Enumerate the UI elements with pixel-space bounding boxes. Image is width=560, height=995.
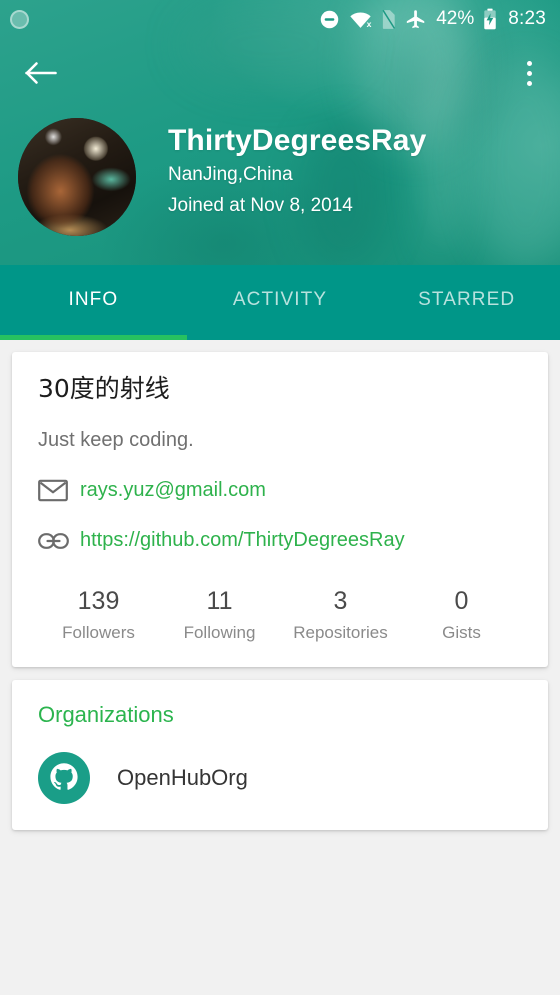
- battery-percent-label: 42%: [436, 8, 475, 29]
- profile-location: NanJing,China: [168, 163, 293, 185]
- stat-following[interactable]: 11 Following: [159, 587, 280, 643]
- website-row[interactable]: https://github.com/ThirtyDegreesRay: [38, 528, 522, 553]
- stat-repositories-label: Repositories: [293, 622, 388, 642]
- profile-summary: ThirtyDegreesRay NanJing,China Joined at…: [0, 118, 560, 236]
- do-not-disturb-icon: [320, 10, 339, 28]
- display-name: 30度的射线: [38, 374, 170, 403]
- wifi-off-icon: x: [350, 12, 372, 29]
- stats-row: 139 Followers 11 Following 3 Repositorie…: [38, 587, 522, 653]
- tab-starred-label: STARRED: [418, 288, 516, 310]
- active-tab-indicator: [0, 335, 187, 340]
- stat-gists[interactable]: 0 Gists: [401, 587, 522, 643]
- overflow-menu-button[interactable]: [521, 55, 538, 92]
- tab-activity[interactable]: ACTIVITY: [187, 265, 374, 340]
- organizations-title: Organizations: [38, 701, 174, 727]
- email-icon: [38, 479, 80, 502]
- website-value: https://github.com/ThirtyDegreesRay: [80, 529, 405, 551]
- link-icon: [38, 532, 80, 549]
- overflow-menu-icon: [527, 80, 532, 86]
- stat-following-label: Following: [183, 622, 256, 642]
- airplane-mode-icon: [407, 10, 425, 29]
- stat-following-value: 11: [206, 587, 233, 615]
- stat-repositories[interactable]: 3 Repositories: [280, 587, 401, 643]
- email-value: rays.yuz@gmail.com: [80, 479, 266, 501]
- organization-name: OpenHubOrg: [117, 765, 248, 791]
- tab-info[interactable]: INFO: [0, 265, 187, 340]
- user-info-card: 30度的射线 Just keep coding. rays.yuz@gmail.…: [12, 352, 548, 667]
- email-row[interactable]: rays.yuz@gmail.com: [38, 478, 522, 503]
- status-bar-left: [10, 9, 29, 29]
- tab-info-label: INFO: [68, 288, 119, 310]
- tab-bar: INFO ACTIVITY STARRED: [0, 265, 560, 340]
- app-screen: x 42% 8:23 ThirtyDegreesRay NanJing,Chin…: [0, 0, 560, 995]
- organizations-card: Organizations OpenHubOrg: [12, 679, 548, 831]
- user-avatar-photo: [18, 118, 136, 236]
- profile-username: ThirtyDegreesRay: [168, 124, 427, 157]
- clock-label: 8:23: [508, 8, 546, 29]
- status-bar: x 42% 8:23: [0, 0, 560, 38]
- tab-content-info: 30度的射线 Just keep coding. rays.yuz@gmail.…: [0, 340, 560, 995]
- stat-gists-value: 0: [454, 587, 469, 615]
- sim-card-missing-icon: [382, 9, 396, 29]
- stat-gists-label: Gists: [442, 622, 481, 642]
- avatar[interactable]: [18, 118, 136, 236]
- svg-text:x: x: [367, 19, 372, 29]
- battery-charging-icon: [484, 8, 496, 30]
- user-bio: Just keep coding.: [38, 429, 194, 451]
- profile-joined-date: Joined at Nov 8, 2014: [168, 194, 353, 216]
- stat-followers-label: Followers: [62, 622, 135, 642]
- tab-starred[interactable]: STARRED: [373, 265, 560, 340]
- list-item[interactable]: OpenHubOrg: [38, 752, 522, 805]
- back-arrow-icon: [25, 62, 57, 84]
- back-button[interactable]: [24, 59, 58, 87]
- profile-text-block: ThirtyDegreesRay NanJing,China Joined at…: [168, 118, 426, 220]
- stat-followers[interactable]: 139 Followers: [38, 587, 159, 643]
- tab-activity-label: ACTIVITY: [232, 288, 328, 310]
- overflow-menu-icon: [527, 70, 532, 76]
- overflow-menu-icon: [527, 60, 532, 66]
- action-bar: [0, 44, 560, 102]
- stat-repositories-value: 3: [333, 587, 348, 615]
- status-bar-right: x 42% 8:23: [319, 8, 546, 30]
- stat-followers-value: 139: [77, 587, 120, 615]
- github-octocat-icon: [38, 752, 90, 805]
- notification-circle-icon: [10, 9, 29, 29]
